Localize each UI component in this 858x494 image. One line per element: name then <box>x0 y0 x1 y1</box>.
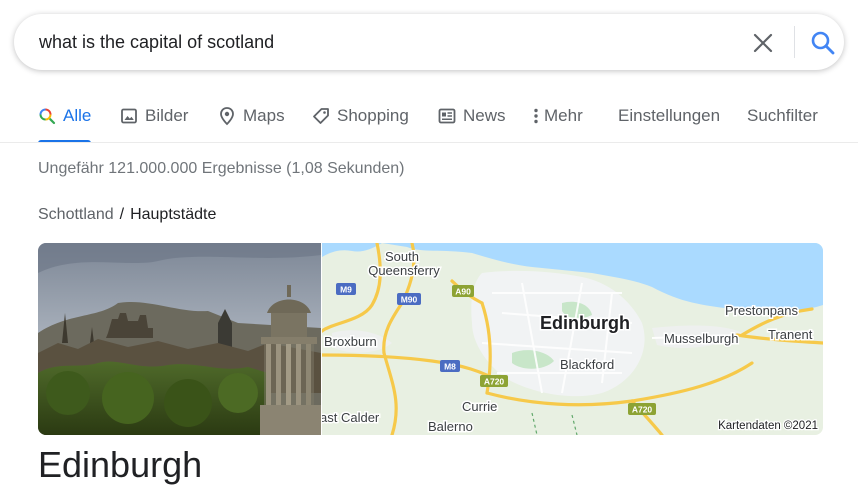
map-attribution: Kartendaten ©2021 <box>718 420 818 432</box>
tab-maps[interactable]: Maps <box>218 106 285 126</box>
clear-search-button[interactable] <box>750 30 776 56</box>
svg-text:M8: M8 <box>444 362 456 372</box>
close-icon <box>753 33 773 53</box>
map-label-tranent: Tranent <box>768 327 813 342</box>
road-shield-a720-west: A720 <box>480 375 508 387</box>
svg-text:M90: M90 <box>401 295 418 305</box>
breadcrumb-current: Hauptstädte <box>130 206 217 223</box>
tabs-divider <box>0 142 858 143</box>
breadcrumb-parent-link[interactable]: Schottland <box>38 206 114 223</box>
road-shield-m9: M9 <box>336 283 356 295</box>
tab-label: Einstellungen <box>618 106 721 125</box>
tab-label: Suchfilter <box>747 106 818 125</box>
tab-label: Mehr <box>544 106 583 125</box>
search-icon <box>811 31 835 55</box>
tab-images[interactable]: Bilder <box>120 106 188 126</box>
search-button[interactable] <box>809 29 837 57</box>
svg-text:A720: A720 <box>632 405 653 415</box>
map-label-edinburgh: Edinburgh <box>540 313 630 333</box>
svg-text:M9: M9 <box>340 285 352 295</box>
tab-tools[interactable]: Suchfilter <box>747 106 818 126</box>
tab-news[interactable]: News <box>438 106 506 126</box>
entity-title: Edinburgh <box>38 444 203 485</box>
tab-label: Shopping <box>337 106 409 125</box>
map-label-broxburn: Broxburn <box>324 334 377 349</box>
map-label-queensferry: Queensferry <box>368 263 440 278</box>
result-stats: Ungefähr 121.000.000 Ergebnisse (1,08 Se… <box>38 160 405 177</box>
map-label-blackford: Blackford <box>560 357 614 372</box>
search-tabs: Alle Bilder Maps Shopping News Mehr Eins… <box>38 100 858 144</box>
tab-label: News <box>463 106 506 125</box>
tab-label: Bilder <box>145 106 189 125</box>
map-label-balerno: Balerno <box>428 419 473 434</box>
knowledge-panel-media: M9 M90 A90 M8 A720 A720 South Queensferr… <box>38 243 823 435</box>
road-shield-a90: A90 <box>452 285 474 297</box>
newspaper-icon <box>438 107 456 125</box>
search-divider <box>794 26 795 58</box>
map-label-east-calder: ast Calder <box>322 410 380 425</box>
breadcrumb: Schottland / Hauptstädte <box>38 206 216 224</box>
search-icon <box>38 107 56 125</box>
tab-label: Maps <box>243 106 285 125</box>
tab-more[interactable]: Mehr <box>533 106 583 126</box>
map-label-currie: Currie <box>462 399 497 414</box>
tab-all[interactable]: Alle <box>38 106 91 126</box>
svg-text:A720: A720 <box>484 377 505 387</box>
search-box <box>14 14 844 70</box>
svg-text:A90: A90 <box>455 287 471 297</box>
tab-label: Alle <box>63 106 92 125</box>
map-pin-icon <box>218 106 236 126</box>
map-label-south: South <box>385 249 419 264</box>
map-label-musselburgh: Musselburgh <box>664 331 738 346</box>
road-shield-m90: M90 <box>397 293 421 305</box>
tag-icon <box>312 107 330 125</box>
city-photo[interactable] <box>38 243 321 435</box>
tab-settings[interactable]: Einstellungen <box>618 106 720 126</box>
road-shield-m8: M8 <box>440 360 460 372</box>
map-label-prestonpans: Prestonpans <box>725 303 798 318</box>
road-shield-a720-east: A720 <box>628 403 656 415</box>
more-vert-icon <box>533 107 539 125</box>
tab-shopping[interactable]: Shopping <box>312 106 409 126</box>
image-icon <box>120 107 138 125</box>
city-map[interactable]: M9 M90 A90 M8 A720 A720 South Queensferr… <box>322 243 823 435</box>
breadcrumb-separator: / <box>119 206 125 223</box>
search-input[interactable] <box>39 30 719 54</box>
